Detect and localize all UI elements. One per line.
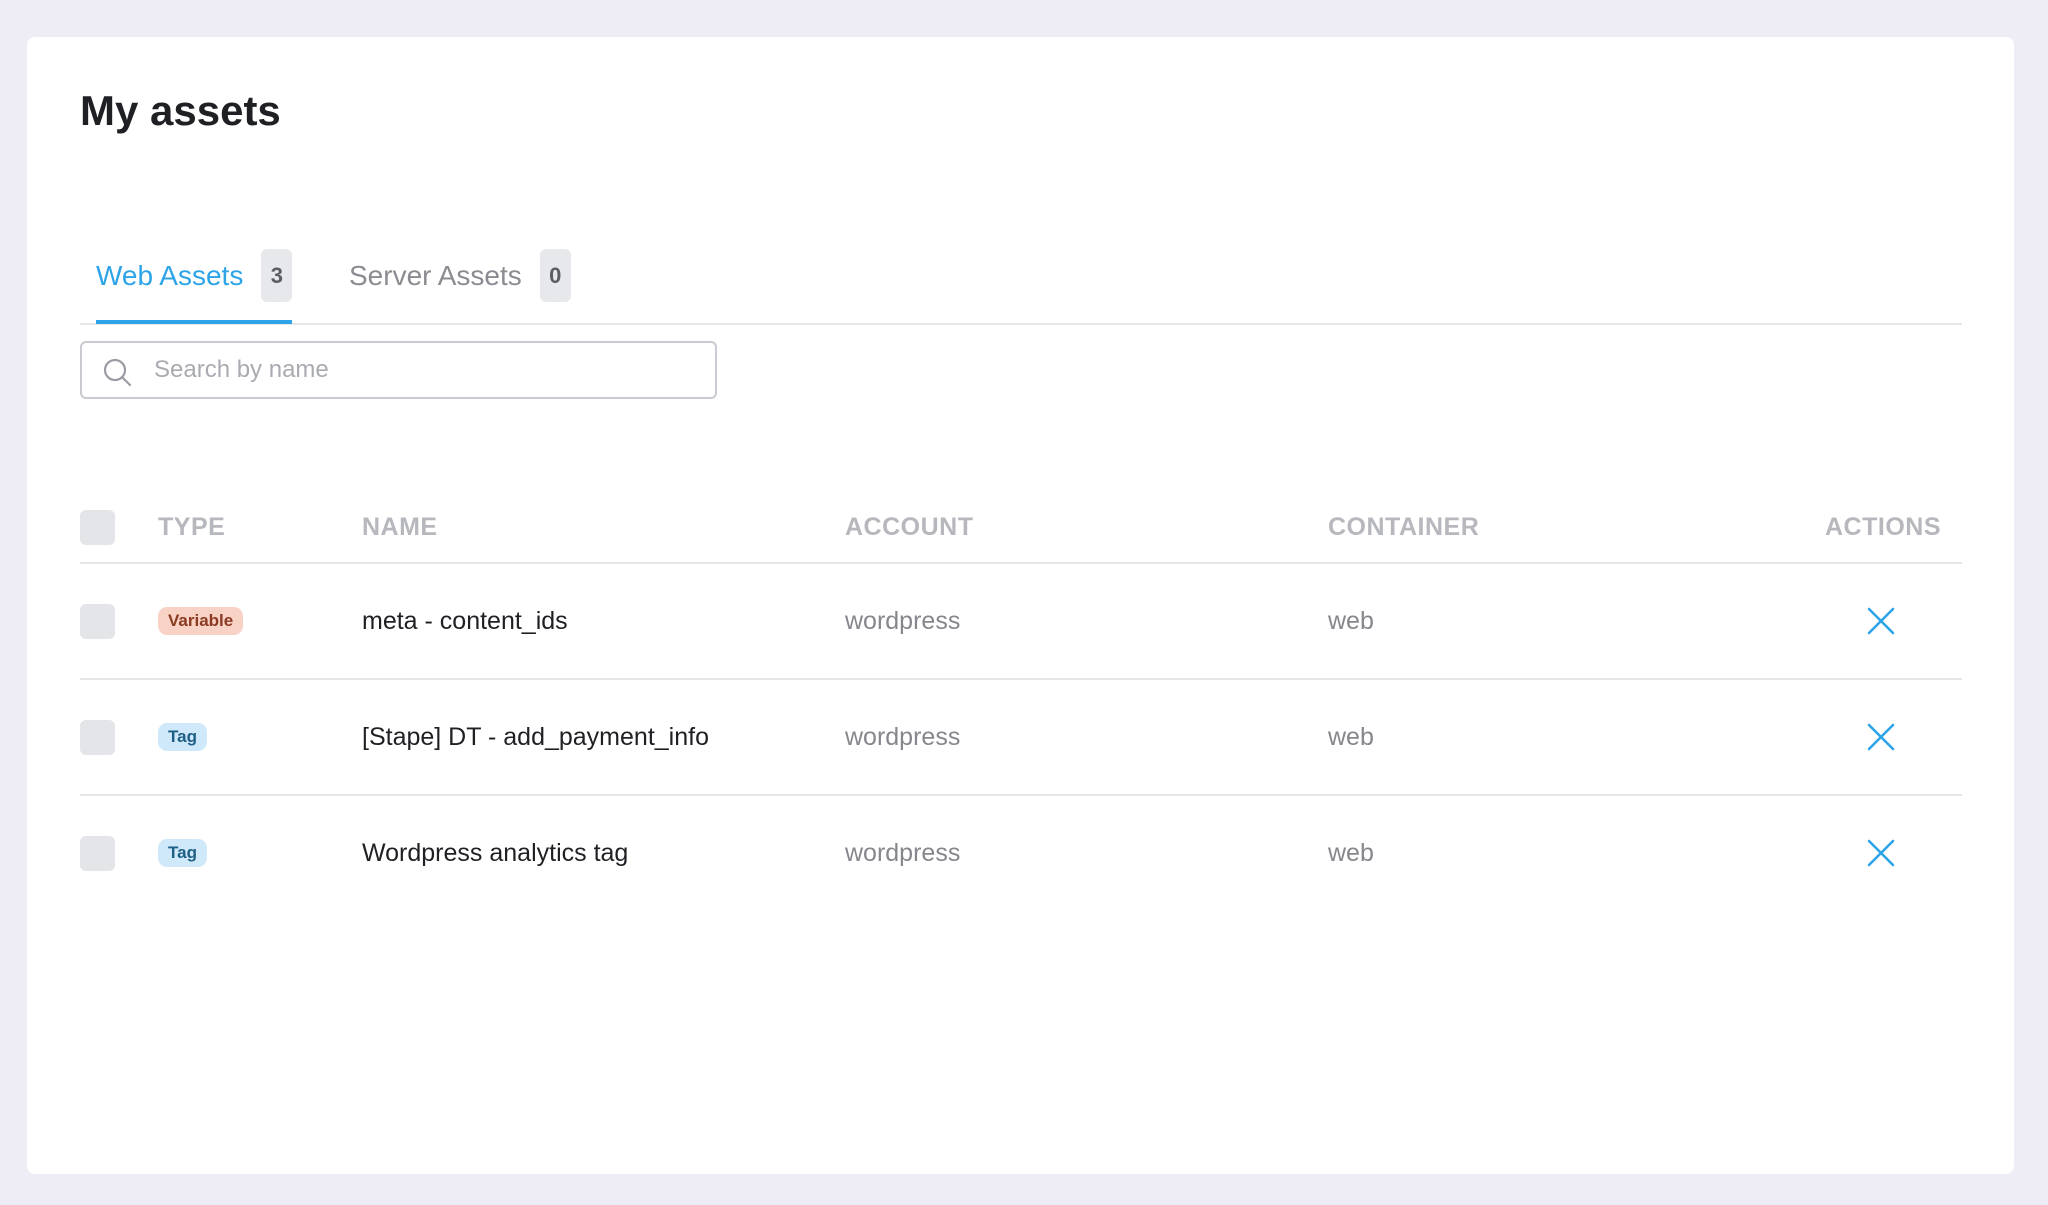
row-checkbox[interactable] [80, 719, 115, 755]
asset-container: web [1328, 838, 1374, 867]
page-title: My assets [80, 87, 281, 134]
tab-count-badge: 3 [261, 249, 293, 302]
tab-count-badge: 0 [539, 249, 571, 302]
column-header-account: ACCOUNT [845, 512, 974, 541]
column-header-container: CONTAINER [1328, 512, 1480, 541]
type-badge: Variable [158, 607, 244, 635]
table-row: Variable meta - content_ids wordpress we… [80, 564, 1962, 680]
asset-name: [Stape] DT - add_payment_info [362, 722, 709, 751]
table-header-row: TYPE NAME ACCOUNT CONTAINER ACTIONS [80, 492, 1962, 564]
asset-account: wordpress [845, 722, 961, 751]
type-badge: Tag [158, 839, 207, 867]
asset-account: wordpress [845, 606, 961, 635]
table-row: Tag Wordpress analytics tag wordpress we… [80, 796, 1962, 910]
close-icon[interactable] [1865, 721, 1897, 753]
tab-server-assets[interactable]: Server Assets 0 [349, 249, 571, 321]
column-header-type: TYPE [158, 512, 226, 541]
column-header-name: NAME [362, 512, 438, 541]
asset-container: web [1328, 722, 1374, 751]
search-input[interactable] [154, 343, 694, 397]
assets-card: My assets Web Assets 3 Server Assets 0 T… [27, 37, 2014, 1174]
asset-name: Wordpress analytics tag [362, 838, 629, 867]
asset-container: web [1328, 606, 1374, 635]
tab-web-assets[interactable]: Web Assets 3 [96, 249, 293, 324]
close-icon[interactable] [1865, 837, 1897, 869]
type-badge: Tag [158, 723, 207, 751]
tab-label: Server Assets [349, 260, 522, 291]
asset-tabs: Web Assets 3 Server Assets 0 [80, 209, 1962, 325]
select-all-checkbox[interactable] [80, 509, 115, 545]
table-row: Tag [Stape] DT - add_payment_info wordpr… [80, 680, 1962, 796]
assets-table: TYPE NAME ACCOUNT CONTAINER ACTIONS Vari… [80, 492, 1962, 910]
asset-account: wordpress [845, 838, 961, 867]
search-box [80, 341, 717, 399]
tab-label: Web Assets [96, 260, 244, 291]
asset-name: meta - content_ids [362, 606, 568, 635]
row-checkbox[interactable] [80, 603, 115, 639]
close-icon[interactable] [1865, 605, 1897, 637]
search-icon [103, 358, 132, 387]
column-header-actions: ACTIONS [1825, 512, 1941, 541]
row-checkbox[interactable] [80, 835, 115, 871]
